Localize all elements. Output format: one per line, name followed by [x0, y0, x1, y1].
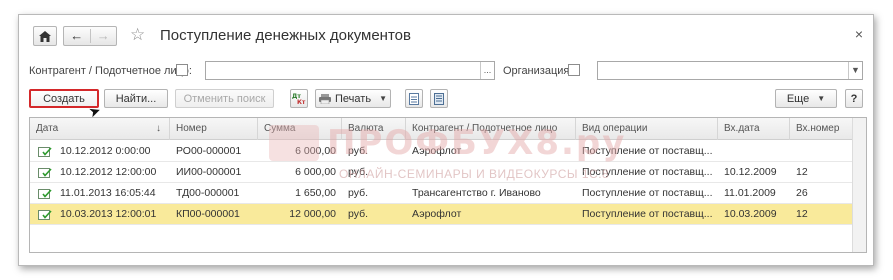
- document-posted-icon: [38, 210, 52, 220]
- more-menu-button[interactable]: Еще ▼: [775, 89, 837, 108]
- organization-filter-field[interactable]: ▼: [597, 61, 863, 80]
- cancel-search-button[interactable]: Отменить поиск: [175, 89, 274, 108]
- command-bar: Создать ➤ Найти... Отменить поиск Дт Кт …: [19, 87, 873, 121]
- column-header-currency[interactable]: Валюта: [342, 118, 406, 140]
- cell-currency: руб.: [348, 166, 369, 178]
- back-arrow-icon[interactable]: ←: [64, 27, 90, 45]
- table-row[interactable]: 10.12.2012 0:00:00 РО00-000001 6 000,00 …: [30, 141, 866, 162]
- cell-date: 10.12.2012 0:00:00: [60, 145, 151, 157]
- column-header-operation[interactable]: Вид операции: [576, 118, 718, 140]
- svg-text:Кт: Кт: [297, 99, 306, 105]
- cell-in-date: 10.12.2009: [724, 166, 777, 178]
- chevron-down-icon[interactable]: ▼: [848, 62, 862, 79]
- cell-currency: руб.: [348, 187, 369, 199]
- cell-number: РО00-000001: [176, 145, 242, 157]
- column-header-counterparty[interactable]: Контрагент / Подотчетное лицо: [406, 118, 576, 140]
- document-button[interactable]: [405, 89, 423, 108]
- table-row[interactable]: 10.12.2012 12:00:00 ИИ00-000001 6 000,00…: [30, 162, 866, 183]
- documents-table[interactable]: Дата ↓ Номер Сумма Валюта Контрагент / П…: [29, 117, 867, 253]
- column-header-in-date[interactable]: Вх.дата: [718, 118, 790, 140]
- cell-sum: 12 000,00: [289, 208, 336, 220]
- sort-descending-icon: ↓: [156, 123, 161, 134]
- find-button[interactable]: Найти...: [104, 89, 168, 108]
- counterparty-choose-button[interactable]: ...: [480, 62, 494, 79]
- cell-number: КП00-000001: [176, 208, 240, 220]
- cell-in-date: 11.01.2009: [724, 187, 776, 199]
- cell-currency: руб.: [348, 208, 369, 220]
- document-list-window: ← → ☆ Поступление денежных документов × …: [18, 14, 874, 266]
- cell-date: 10.03.2013 12:00:01: [60, 208, 157, 220]
- help-button[interactable]: ?: [845, 89, 863, 108]
- counterparty-filter-checkbox[interactable]: [176, 64, 188, 76]
- table-header: Дата ↓ Номер Сумма Валюта Контрагент / П…: [30, 118, 866, 140]
- organization-filter-checkbox[interactable]: [568, 64, 580, 76]
- cell-date: 10.12.2012 12:00:00: [60, 166, 157, 178]
- cell-sum: 1 650,00: [295, 187, 336, 199]
- cell-counterparty: Аэрофлот: [412, 208, 462, 220]
- home-button[interactable]: [33, 26, 57, 46]
- column-header-in-number[interactable]: Вх.номер: [790, 118, 854, 140]
- cell-currency: руб.: [348, 145, 369, 157]
- cell-sum: 6 000,00: [295, 166, 336, 178]
- cell-operation: Поступление от поставщ...: [582, 166, 713, 178]
- chevron-down-icon: ▼: [817, 94, 826, 103]
- counterparty-filter-label: Контрагент / Подотчетное лицо:: [29, 65, 192, 77]
- cell-in-number: 12: [796, 208, 808, 220]
- table-row-selected[interactable]: 10.03.2013 12:00:01 КП00-000001 12 000,0…: [30, 204, 866, 225]
- cell-counterparty: Трансагентство г. Иваново: [412, 187, 541, 199]
- list-settings-button[interactable]: [430, 89, 448, 108]
- list-icon: [434, 92, 444, 105]
- counterparty-filter-field[interactable]: ...: [205, 61, 495, 80]
- cell-operation: Поступление от поставщ...: [582, 208, 713, 220]
- dt-kt-icon: Дт Кт: [292, 93, 306, 105]
- close-icon[interactable]: ×: [855, 26, 863, 42]
- filter-row: Контрагент / Подотчетное лицо: ... Орган…: [19, 59, 873, 83]
- cell-counterparty: [406, 162, 576, 183]
- print-label: Печать: [335, 92, 372, 105]
- cell-number: ТД00-000001: [176, 187, 240, 199]
- print-menu-button[interactable]: Печать ▼: [315, 89, 391, 108]
- cell-operation: Поступление от поставщ...: [582, 187, 713, 199]
- vertical-scrollbar[interactable]: [852, 118, 866, 252]
- dt-kt-button[interactable]: Дт Кт: [290, 89, 308, 108]
- home-icon: [39, 30, 51, 42]
- document-posted-icon: [38, 189, 52, 199]
- favorite-star-icon[interactable]: ☆: [130, 25, 145, 45]
- document-posted-icon: [38, 168, 52, 178]
- forward-arrow-icon[interactable]: →: [91, 27, 117, 45]
- page-title: Поступление денежных документов: [160, 27, 411, 44]
- title-bar: ← → ☆ Поступление денежных документов ×: [19, 15, 873, 55]
- cell-date: 11.01.2013 16:05:44: [60, 187, 156, 199]
- cell-in-number: 26: [796, 187, 808, 199]
- cell-operation: Поступление от поставщ...: [582, 145, 713, 157]
- column-header-date[interactable]: Дата ↓: [30, 118, 170, 140]
- chevron-down-icon: ▼: [379, 94, 387, 103]
- document-posted-icon: [38, 147, 52, 157]
- cell-counterparty: Аэрофлот: [412, 145, 462, 157]
- column-header-number[interactable]: Номер: [170, 118, 258, 140]
- column-header-sum[interactable]: Сумма: [258, 118, 342, 140]
- table-row[interactable]: 11.01.2013 16:05:44 ТД00-000001 1 650,00…: [30, 183, 866, 204]
- printer-icon: [319, 93, 332, 104]
- cell-in-date: 10.03.2009: [724, 208, 777, 220]
- organization-filter-label: Организация:: [503, 65, 573, 77]
- cell-in-number: 12: [796, 166, 808, 178]
- more-label: Еще: [786, 92, 810, 105]
- back-forward-group: ← →: [63, 26, 117, 46]
- cell-in-date: [718, 141, 790, 162]
- cell-number: ИИ00-000001: [176, 166, 242, 178]
- document-icon: [409, 92, 419, 105]
- cell-in-number: [790, 141, 854, 162]
- cell-sum: 6 000,00: [295, 145, 336, 157]
